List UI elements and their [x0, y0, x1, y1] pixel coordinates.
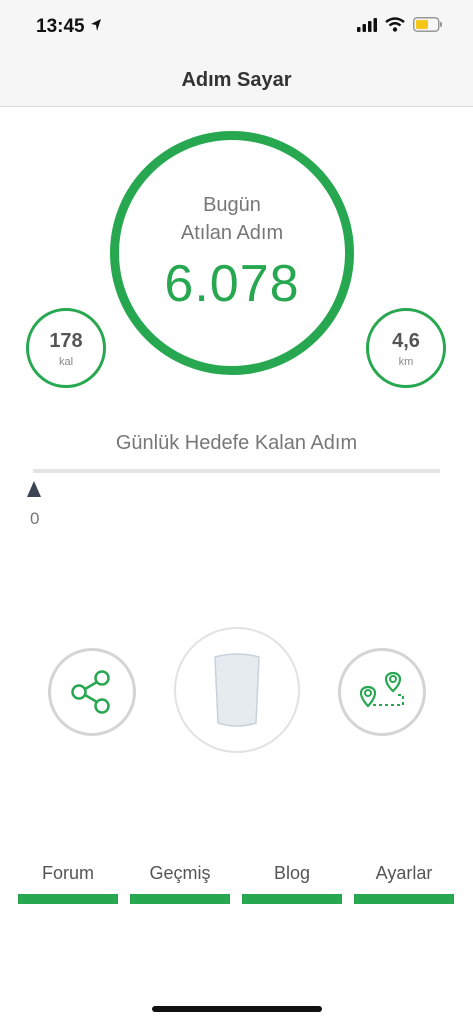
steps-label-today: Bugün — [203, 194, 261, 216]
tab-label: Ayarlar — [375, 863, 433, 883]
tab-indicator — [354, 894, 454, 904]
distance-unit: km — [398, 356, 414, 368]
tab-indicator — [242, 894, 342, 904]
goal-remaining-value: 0 — [30, 509, 40, 528]
goal-remaining-label: Günlük Hedefe Kalan Adım — [115, 432, 358, 454]
battery-icon — [413, 17, 443, 37]
calories-value: 178 — [49, 330, 83, 352]
route-map-icon — [355, 665, 411, 726]
tab-indicator — [130, 894, 230, 904]
route-button[interactable] — [338, 648, 426, 736]
wifi-icon — [385, 17, 405, 37]
tab-label: Blog — [273, 863, 311, 883]
tab-blog[interactable]: Blog — [242, 860, 342, 904]
signal-icon — [357, 17, 377, 37]
distance-value: 4,6 — [392, 330, 420, 352]
status-bar: 13:45 — [0, 0, 473, 56]
status-icons — [357, 17, 443, 37]
progress-marker-icon — [26, 480, 42, 503]
tab-label: Forum — [41, 863, 94, 883]
steps-label-taken: Atılan Adım — [180, 222, 284, 244]
location-arrow-icon — [90, 18, 102, 37]
home-indicator[interactable] — [152, 1006, 322, 1012]
status-time: 13:45 — [36, 16, 85, 37]
water-button[interactable] — [174, 627, 300, 753]
calories-unit: kal — [58, 356, 74, 368]
tab-forum[interactable]: Forum — [18, 860, 118, 904]
tab-indicator — [18, 894, 118, 904]
navigation-bar: Adım Sayar — [0, 56, 473, 107]
water-glass-icon — [212, 653, 262, 734]
tab-label: Geçmiş — [149, 863, 211, 883]
distance-circle: 4,6 km — [366, 308, 446, 388]
goal-progress-track — [33, 469, 440, 473]
steps-count: 6.078 — [164, 255, 300, 313]
page-title: Adım Sayar — [181, 69, 292, 91]
share-button[interactable] — [48, 648, 136, 736]
tab-settings[interactable]: Ayarlar — [354, 860, 454, 904]
steps-circle: Bugün Atılan Adım 6.078 — [110, 131, 354, 375]
share-icon — [66, 666, 118, 723]
calories-circle: 178 kal — [26, 308, 106, 388]
tab-history[interactable]: Geçmiş — [130, 860, 230, 904]
